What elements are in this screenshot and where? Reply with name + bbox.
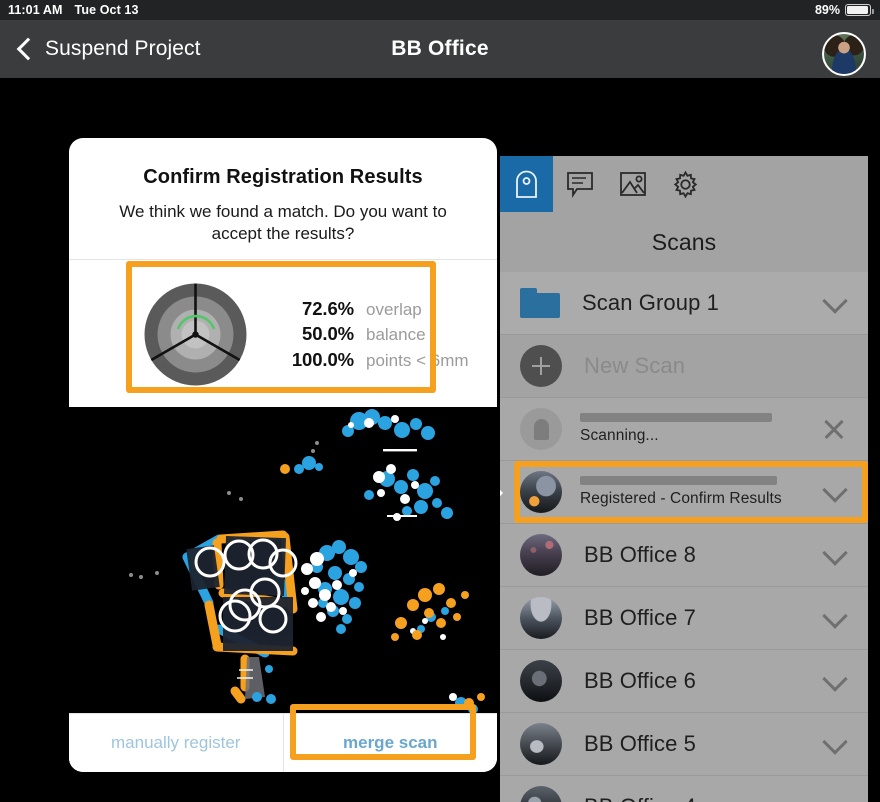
point-cloud-preview[interactable] xyxy=(69,406,497,713)
comment-icon xyxy=(566,172,593,198)
list-item-label: BB Office 6 xyxy=(584,668,696,693)
dialog-actions: manually register merge scan xyxy=(69,704,497,772)
list-item-scan[interactable]: BB Office 5 xyxy=(500,713,868,776)
chevron-down-icon[interactable] xyxy=(822,540,848,566)
list-item-label: BB Office 5 xyxy=(584,731,696,756)
scan-thumbnail xyxy=(520,534,562,576)
chevron-down-icon[interactable] xyxy=(822,792,848,802)
list-item-scan[interactable]: BB Office 6 xyxy=(500,650,868,713)
scan-door-icon xyxy=(516,170,537,198)
list-item-label: BB Office 4 xyxy=(584,794,696,802)
status-bar: 11:01 AM Tue Oct 13 89% xyxy=(0,0,880,20)
app-root: 11:01 AM Tue Oct 13 89% Suspend Project … xyxy=(0,0,880,802)
scans-panel: Scans Scan Group 1 New Scan Scanning... xyxy=(500,156,868,802)
metric-row: 72.6% overlap xyxy=(268,298,469,320)
metric-row: 50.0% balance xyxy=(268,323,469,345)
metric-label: overlap xyxy=(366,299,422,319)
confirm-registration-dialog: Confirm Registration Results We think we… xyxy=(69,138,497,772)
tab-settings[interactable] xyxy=(659,156,712,212)
chevron-down-icon[interactable] xyxy=(822,729,848,755)
list-item-scan[interactable]: BB Office 8 xyxy=(500,524,868,587)
manually-register-button[interactable]: manually register xyxy=(69,714,283,772)
metric-list: 72.6% overlap 50.0% balance 100.0% point… xyxy=(268,294,469,374)
panel-title: Scans xyxy=(651,228,717,255)
progress-bar xyxy=(580,413,772,422)
metric-label: points < 6mm xyxy=(366,350,469,370)
metric-value: 100.0% xyxy=(291,348,354,370)
list-item-scan-group[interactable]: Scan Group 1 xyxy=(500,272,868,335)
metrics-section: 72.6% overlap 50.0% balance 100.0% point… xyxy=(69,260,497,407)
avatar-photo xyxy=(824,34,864,74)
status-bar-right: 89% xyxy=(814,3,874,17)
image-icon xyxy=(619,172,646,196)
dialog-header: Confirm Registration Results We think we… xyxy=(69,138,497,259)
chevron-left-icon xyxy=(16,37,40,61)
list-item-label: Scan Group 1 xyxy=(582,290,719,315)
scan-thumbnail xyxy=(520,786,562,802)
metric-label: balance xyxy=(366,325,426,344)
gear-icon xyxy=(673,170,698,198)
list-item-scan[interactable]: BB Office 4 xyxy=(500,776,868,802)
merge-scan-button[interactable]: merge scan xyxy=(283,714,497,772)
list-item-label: New Scan xyxy=(584,353,686,378)
list-item-label: BB Office 7 xyxy=(584,605,696,630)
suspend-project-back-button[interactable]: Suspend Project xyxy=(16,37,201,61)
canvas-stage: Confirm Registration Results We think we… xyxy=(0,78,880,802)
metric-row: 100.0% points < 6mm xyxy=(268,349,469,371)
scan-thumbnail xyxy=(520,471,562,513)
list-item-registered-confirm[interactable]: Registered - Confirm Results xyxy=(500,461,868,524)
point-cloud-svg xyxy=(69,406,497,713)
status-bar-time: 11:01 AM xyxy=(8,3,63,17)
tab-notes[interactable] xyxy=(553,156,606,212)
scan-thumbnail xyxy=(520,660,562,702)
panel-tab-bar xyxy=(500,156,868,212)
point-cloud-canvas xyxy=(69,406,497,713)
list-item-label: BB Office 8 xyxy=(584,542,696,567)
back-button-label: Suspend Project xyxy=(45,37,201,60)
dialog-title: Confirm Registration Results xyxy=(143,166,423,188)
close-icon[interactable] xyxy=(822,417,846,441)
scan-thumbnail xyxy=(520,597,562,639)
radial-chart-svg xyxy=(144,283,247,385)
tab-photos[interactable] xyxy=(606,156,659,212)
user-avatar[interactable] xyxy=(822,32,866,76)
chevron-down-icon[interactable] xyxy=(822,603,848,629)
scan-thumbnail xyxy=(520,723,562,765)
battery-icon xyxy=(845,4,874,16)
plus-circle-icon xyxy=(520,345,562,387)
battery-percent-label: 89% xyxy=(814,3,840,17)
progress-bar xyxy=(580,476,777,485)
status-bar-date: Tue Oct 13 xyxy=(74,3,139,17)
scan-status-label: Scanning... xyxy=(580,427,659,444)
chevron-down-icon[interactable] xyxy=(822,666,848,692)
tab-scans[interactable] xyxy=(500,156,553,212)
folder-icon xyxy=(520,288,560,318)
chevron-down-icon[interactable] xyxy=(822,288,848,314)
metrics-content: 72.6% overlap 50.0% balance 100.0% point… xyxy=(69,268,497,399)
navigation-bar: Suspend Project BB Office xyxy=(0,20,880,78)
dialog-subtitle: We think we found a match. Do you want t… xyxy=(119,202,447,243)
selection-pointer-icon xyxy=(500,479,503,507)
metric-value: 72.6% xyxy=(302,297,354,319)
pending-scan-icon xyxy=(520,408,562,450)
list-item-new-scan[interactable]: New Scan xyxy=(500,335,868,398)
radial-quality-chart xyxy=(143,282,248,387)
list-item-scanning[interactable]: Scanning... xyxy=(500,398,868,461)
scan-status-label: Registered - Confirm Results xyxy=(580,490,782,507)
metric-value: 50.0% xyxy=(302,323,354,344)
list-item-scan[interactable]: BB Office 7 xyxy=(500,587,868,650)
